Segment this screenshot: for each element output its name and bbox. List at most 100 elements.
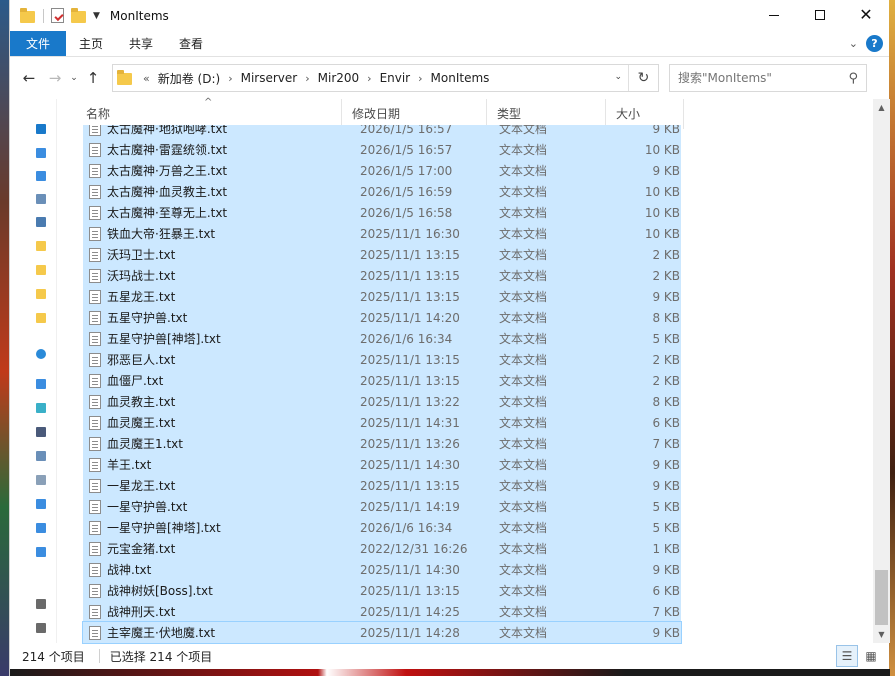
file-row[interactable]: 五星龙王.txt 2025/11/1 13:15 文本文档 9 KB (83, 286, 681, 307)
file-size: 2 KB (652, 352, 680, 367)
breadcrumb-envir[interactable]: Envir (377, 71, 414, 85)
maximize-button[interactable] (797, 0, 843, 30)
folder-icon[interactable] (36, 265, 46, 275)
column-header-type[interactable]: 类型 (486, 98, 605, 129)
this-pc-icon[interactable] (36, 379, 46, 389)
music-icon[interactable] (36, 523, 46, 533)
column-header-size[interactable]: 大小 (605, 98, 684, 129)
file-type: 文本文档 (499, 290, 548, 304)
search-icon[interactable]: ⚲ (848, 71, 858, 86)
pictures-icon[interactable] (36, 217, 46, 227)
documents-icon[interactable] (36, 475, 46, 485)
details-view-button[interactable]: ☰ (836, 645, 858, 667)
folder-icon[interactable] (36, 289, 46, 299)
tab-share[interactable]: 共享 (116, 31, 166, 56)
large-icons-view-button[interactable]: ▦ (860, 645, 882, 667)
scroll-up-icon[interactable]: ▲ (873, 99, 890, 116)
file-type: 文本文档 (499, 458, 548, 472)
breadcrumb-mir200[interactable]: Mir200 (315, 71, 363, 85)
folder-icon[interactable] (36, 241, 46, 251)
help-icon[interactable]: ? (866, 35, 883, 52)
search-box[interactable]: ⚲ (669, 64, 867, 92)
up-button[interactable]: ↑ (80, 65, 106, 91)
downloads-icon[interactable] (36, 499, 46, 509)
file-row[interactable]: 太古魔神·万兽之王.txt 2026/1/5 17:00 文本文档 9 KB (83, 160, 681, 181)
pictures-icon[interactable] (36, 451, 46, 461)
forward-arrow-icon: → (48, 69, 62, 87)
file-row[interactable]: 战神刑天.txt 2025/11/1 14:25 文本文档 7 KB (83, 601, 681, 622)
file-row[interactable]: 主宰魔王·伏地魔.txt 2025/11/1 14:28 文本文档 9 KB (82, 621, 682, 644)
drive-icon[interactable] (36, 599, 46, 609)
file-row[interactable]: 一星守护兽.txt 2025/11/1 14:19 文本文档 5 KB (83, 496, 681, 517)
file-row[interactable]: 太古魔神·雷霆统领.txt 2026/1/5 16:57 文本文档 10 KB (83, 139, 681, 160)
tab-home[interactable]: 主页 (66, 31, 116, 56)
file-row[interactable]: 元宝金猪.txt 2022/12/31 16:26 文本文档 1 KB (83, 538, 681, 559)
address-bar[interactable]: « 新加卷 (D:) › Mirserver › Mir200 › Envir … (112, 64, 659, 92)
file-row[interactable]: 战神.txt 2025/11/1 14:30 文本文档 9 KB (83, 559, 681, 580)
file-type: 文本文档 (499, 416, 548, 430)
vertical-scrollbar[interactable]: ▲ ▼ (873, 99, 890, 643)
file-size: 2 KB (652, 373, 680, 388)
navigation-pane[interactable] (10, 99, 57, 643)
back-button[interactable]: ← (16, 65, 42, 91)
file-name: 一星龙王.txt (107, 479, 176, 493)
file-row[interactable]: 战神树妖[Boss].txt 2025/11/1 13:15 文本文档 6 KB (83, 580, 681, 601)
file-row[interactable]: 五星守护兽.txt 2025/11/1 14:20 文本文档 8 KB (83, 307, 681, 328)
chevron-right-icon[interactable]: › (362, 72, 376, 85)
chevron-right-icon[interactable]: › (223, 72, 237, 85)
file-row[interactable]: 铁血大帝·狂暴王.txt 2025/11/1 16:30 文本文档 10 KB (83, 223, 681, 244)
file-row[interactable]: 一星守护兽[神塔].txt 2026/1/6 16:34 文本文档 5 KB (83, 517, 681, 538)
videos-icon[interactable] (36, 427, 46, 437)
onedrive-icon[interactable] (36, 349, 46, 359)
file-row[interactable]: 血僵尸.txt 2025/11/1 13:15 文本文档 2 KB (83, 370, 681, 391)
folder-icon (117, 70, 132, 85)
customize-toolbar-dropdown-icon[interactable]: ▼ (93, 11, 100, 21)
close-button[interactable]: ✕ (843, 0, 889, 30)
navigation-bar: ← → ⌄ ↑ « 新加卷 (D:) › Mirserver › Mir200 … (10, 57, 889, 99)
file-row[interactable]: 太古魔神·至尊无上.txt 2026/1/5 16:58 文本文档 10 KB (83, 202, 681, 223)
file-row[interactable]: 一星龙王.txt 2025/11/1 13:15 文本文档 9 KB (83, 475, 681, 496)
3d-objects-icon[interactable] (36, 403, 46, 413)
desktop-icon[interactable] (36, 148, 46, 158)
file-row[interactable]: 羊王.txt 2025/11/1 14:30 文本文档 9 KB (83, 454, 681, 475)
search-input[interactable] (678, 71, 838, 85)
file-size: 9 KB (652, 478, 680, 493)
file-row[interactable]: 血灵教主.txt 2025/11/1 13:22 文本文档 8 KB (83, 391, 681, 412)
breadcrumb-drive[interactable]: 新加卷 (D:) (155, 70, 223, 87)
file-row[interactable]: 五星守护兽[神塔].txt 2026/1/6 16:34 文本文档 5 KB (83, 328, 681, 349)
refresh-button[interactable]: ↻ (628, 65, 658, 91)
file-row[interactable]: 太古魔神·地狱咆哮.txt 2026/1/5 16:57 文本文档 9 KB (83, 125, 681, 139)
downloads-icon[interactable] (36, 171, 46, 181)
address-overflow-icon[interactable]: « (138, 72, 155, 85)
file-row[interactable]: 沃玛卫士.txt 2025/11/1 13:15 文本文档 2 KB (83, 244, 681, 265)
new-folder-icon[interactable] (71, 7, 87, 24)
minimize-button[interactable] (751, 0, 797, 30)
tab-view[interactable]: 查看 (166, 31, 216, 56)
breadcrumb-monitems[interactable]: MonItems (428, 71, 493, 85)
file-row[interactable]: 太古魔神·血灵教主.txt 2026/1/5 16:59 文本文档 10 KB (83, 181, 681, 202)
chevron-right-icon[interactable]: › (413, 72, 427, 85)
address-history-dropdown-icon[interactable]: ⌄ (614, 72, 622, 82)
file-row[interactable]: 血灵魔王1.txt 2025/11/1 13:26 文本文档 7 KB (83, 433, 681, 454)
scroll-down-icon[interactable]: ▼ (873, 626, 890, 643)
quick-access-star-icon[interactable] (36, 124, 46, 134)
column-header-date[interactable]: 修改日期 (341, 98, 486, 129)
file-row[interactable]: 血灵魔王.txt 2025/11/1 14:31 文本文档 6 KB (83, 412, 681, 433)
forward-button[interactable]: → (42, 65, 68, 91)
file-row[interactable]: 邪恶巨人.txt 2025/11/1 13:15 文本文档 2 KB (83, 349, 681, 370)
folder-icon[interactable] (36, 313, 46, 323)
recent-locations-dropdown[interactable]: ⌄ (68, 65, 80, 91)
documents-icon[interactable] (36, 194, 46, 204)
scrollbar-thumb[interactable] (875, 570, 888, 625)
chevron-right-icon[interactable]: › (300, 72, 314, 85)
file-row[interactable]: 沃玛战士.txt 2025/11/1 13:15 文本文档 2 KB (83, 265, 681, 286)
column-header-name[interactable]: 名称 (76, 99, 341, 129)
properties-icon[interactable] (51, 7, 67, 24)
text-file-icon (89, 352, 101, 367)
breadcrumb-mirserver[interactable]: Mirserver (238, 71, 301, 85)
desktop-icon[interactable] (36, 547, 46, 557)
title-bar[interactable]: ▼ MonItems ✕ (10, 0, 889, 31)
expand-ribbon-chevron-icon[interactable]: ⌄ (849, 37, 858, 50)
tab-file[interactable]: 文件 (10, 31, 66, 56)
drive-icon[interactable] (36, 623, 46, 633)
